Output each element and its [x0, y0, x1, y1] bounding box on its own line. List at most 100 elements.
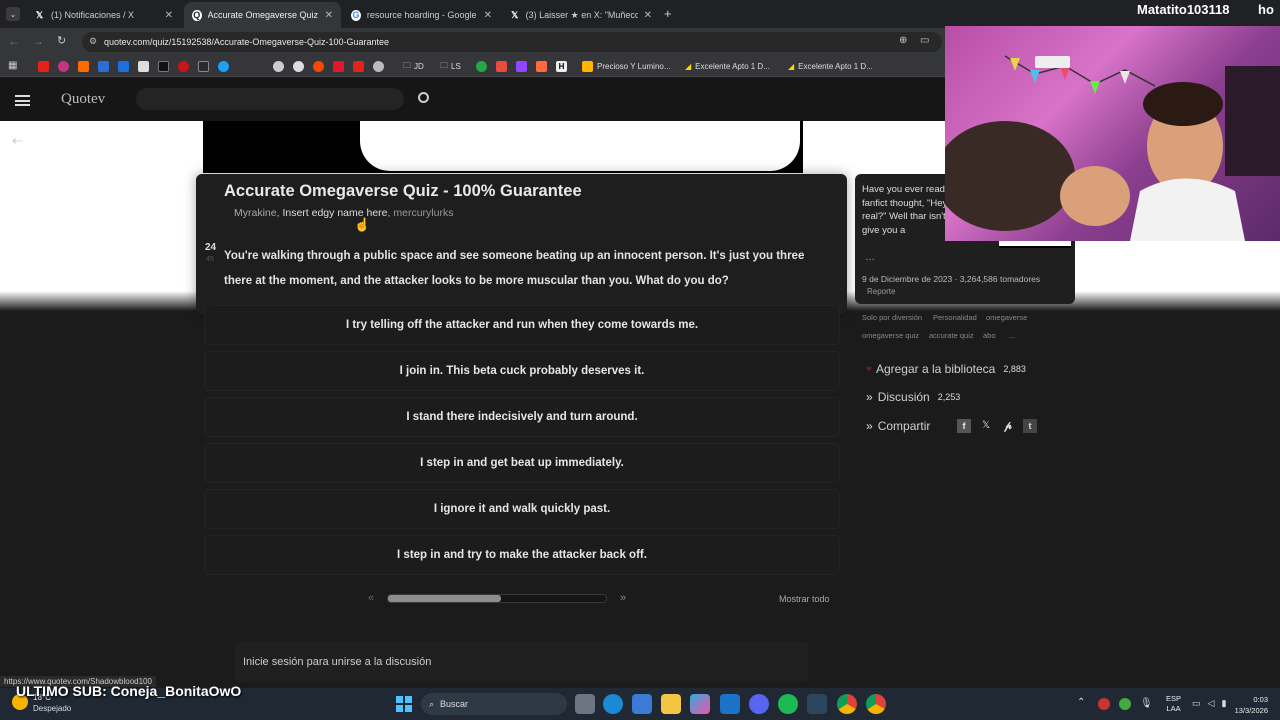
bookmark-folder-ls[interactable]: 🗀 LS — [440, 59, 461, 74]
address-bar[interactable]: quotev.com/quiz/15192538/Accurate-Omegav… — [82, 32, 942, 52]
bookmark-icon[interactable] — [78, 61, 89, 72]
tab-search-button[interactable]: ⌄ — [6, 7, 20, 21]
youtube-icon[interactable] — [353, 61, 364, 72]
tray-app-icon[interactable] — [1119, 698, 1131, 710]
hamburger-menu-icon[interactable] — [15, 95, 30, 106]
bookmark-icon[interactable] — [58, 61, 69, 72]
tag-link[interactable]: omegaverse quiz — [862, 331, 919, 340]
x-share-icon[interactable]: 𝕏 — [979, 419, 993, 433]
pinterest-share-icon[interactable]: 𝓅 — [1001, 419, 1015, 433]
bookmark-icon[interactable] — [218, 61, 229, 72]
tray-chevron-icon[interactable]: ⌃ — [1077, 697, 1085, 708]
store-icon[interactable] — [632, 694, 652, 714]
steam-icon[interactable] — [807, 694, 827, 714]
tag-link[interactable]: Solo por diversión — [862, 313, 922, 322]
show-all-link[interactable]: Mostrar todo — [779, 594, 830, 604]
close-icon[interactable]: ✕ — [638, 10, 652, 21]
youtube-icon[interactable] — [38, 61, 49, 72]
bookmark-icon[interactable] — [198, 61, 209, 72]
file-explorer-icon[interactable] — [661, 694, 681, 714]
report-link[interactable]: Reporte — [867, 287, 895, 296]
bookmark-icons-row-2[interactable] — [273, 59, 384, 74]
discord-icon[interactable] — [749, 694, 769, 714]
tab-notificaciones[interactable]: 𝕏 (1) Notificaciones / X ✕ — [26, 2, 181, 28]
chrome-icon[interactable] — [837, 694, 857, 714]
author-link[interactable]: Myrakine — [234, 207, 277, 219]
author-link[interactable]: mercurylurks — [393, 207, 453, 219]
x-icon[interactable] — [158, 61, 169, 72]
site-logo[interactable]: Quotev — [61, 91, 105, 108]
cast-icon[interactable]: ▭ — [920, 35, 929, 46]
bookmark-excelente-2[interactable]: ◢ Excelente Apto 1 D... — [788, 59, 873, 74]
start-icon[interactable] — [396, 696, 412, 712]
spotify-icon[interactable] — [778, 694, 798, 714]
answer-option[interactable]: I step in and try to make the attacker b… — [204, 535, 840, 575]
discussion-button[interactable]: » Discusión 2,253 — [866, 390, 960, 404]
tags-more[interactable]: ... — [1009, 331, 1015, 340]
apps-icon[interactable]: ▦ — [8, 60, 17, 71]
system-tray-icons[interactable]: ▭ ◁ ▮ — [1192, 698, 1226, 709]
back-icon[interactable]: ← — [8, 34, 20, 48]
share-button[interactable]: » Compartir — [866, 419, 930, 433]
tag-link[interactable]: accurate quiz — [929, 331, 974, 340]
zoom-icon[interactable]: ⊕ — [899, 35, 907, 46]
bookmark-icon[interactable] — [178, 61, 189, 72]
tray-app-icon[interactable] — [1098, 698, 1110, 710]
bookmark-precioso[interactable]: Precioso Y Lumino... — [582, 59, 671, 74]
bookmark-icon[interactable]: H — [556, 61, 567, 72]
tag-link[interactable]: Personalidad — [933, 313, 977, 322]
close-icon[interactable]: ✕ — [319, 10, 333, 21]
bookmark-icon[interactable] — [536, 61, 547, 72]
close-icon[interactable]: ✕ — [159, 10, 173, 21]
search-icon[interactable] — [418, 92, 429, 103]
bookmark-excelente-1[interactable]: ◢ Excelente Apto 1 D... — [685, 59, 770, 74]
bookmark-icon[interactable] — [333, 61, 344, 72]
answer-option[interactable]: I try telling off the attacker and run w… — [204, 305, 840, 345]
task-view-icon[interactable] — [575, 694, 595, 714]
mail-icon[interactable] — [720, 694, 740, 714]
close-icon[interactable]: ✕ — [478, 10, 492, 21]
tumblr-share-icon[interactable]: t — [1023, 419, 1037, 433]
tab-google-search[interactable]: G resource hoarding - Google Se ✕ — [343, 2, 500, 28]
tray-icons[interactable]: 🎙 — [1098, 698, 1153, 710]
bookmark-icon[interactable] — [373, 61, 384, 72]
discussion-login-box[interactable]: Inicie sesión para unirse a la discusión — [235, 642, 808, 682]
chrome-alt-icon[interactable] — [866, 694, 886, 714]
edge-icon[interactable] — [603, 694, 623, 714]
answer-option[interactable]: I join in. This beta cuck probably deser… — [204, 351, 840, 391]
new-tab-button[interactable]: + — [664, 6, 672, 21]
bookmark-icon[interactable] — [476, 61, 487, 72]
forward-icon[interactable]: → — [32, 34, 44, 48]
bookmark-icon[interactable] — [118, 61, 129, 72]
twitch-icon[interactable] — [516, 61, 527, 72]
bookmark-icons-row-3[interactable]: H — [476, 59, 567, 74]
prev-question-button[interactable]: « — [368, 592, 374, 604]
copilot-icon[interactable] — [690, 694, 710, 714]
site-info-icon[interactable]: ⚙ — [89, 36, 97, 47]
bookmark-icon[interactable] — [293, 61, 304, 72]
language-indicator[interactable]: ESP LAA — [1166, 694, 1181, 714]
taskbar-search[interactable]: ⌕ Buscar — [421, 693, 567, 715]
facebook-share-icon[interactable]: f — [957, 419, 971, 433]
answer-option[interactable]: I step in and get beat up immediately. — [204, 443, 840, 483]
answer-option[interactable]: I ignore it and walk quickly past. — [204, 489, 840, 529]
description-more[interactable]: … — [865, 252, 875, 263]
microphone-icon[interactable]: 🎙 — [1140, 698, 1153, 710]
back-arrow-icon[interactable]: ⇠ — [12, 133, 23, 149]
bookmark-icon[interactable] — [138, 61, 149, 72]
bookmark-icon[interactable] — [313, 61, 324, 72]
tab-laisser[interactable]: 𝕏 (3) Laisser ★ en X: "Muñecos de ✕ — [502, 2, 660, 28]
add-to-library-button[interactable]: ♥ Agregar a la biblioteca 2,883 — [866, 362, 1026, 376]
bookmark-icon[interactable] — [98, 61, 109, 72]
author-link[interactable]: Insert edgy name here — [282, 207, 387, 219]
tag-link[interactable]: abo — [983, 331, 996, 340]
next-question-button[interactable]: » — [620, 592, 626, 604]
tab-quiz[interactable]: Q Accurate Omegaverse Quiz - 10 ✕ — [184, 2, 341, 28]
bookmark-folder-jd[interactable]: 🗀 JD — [403, 59, 424, 74]
search-input[interactable] — [136, 88, 404, 110]
bookmark-icon[interactable] — [496, 61, 507, 72]
tag-link[interactable]: omegaverse — [986, 313, 1027, 322]
clock[interactable]: 0:03 13/3/2026 — [1230, 694, 1268, 716]
bookmark-icons-row[interactable] — [38, 59, 229, 74]
bookmark-icon[interactable] — [273, 61, 284, 72]
